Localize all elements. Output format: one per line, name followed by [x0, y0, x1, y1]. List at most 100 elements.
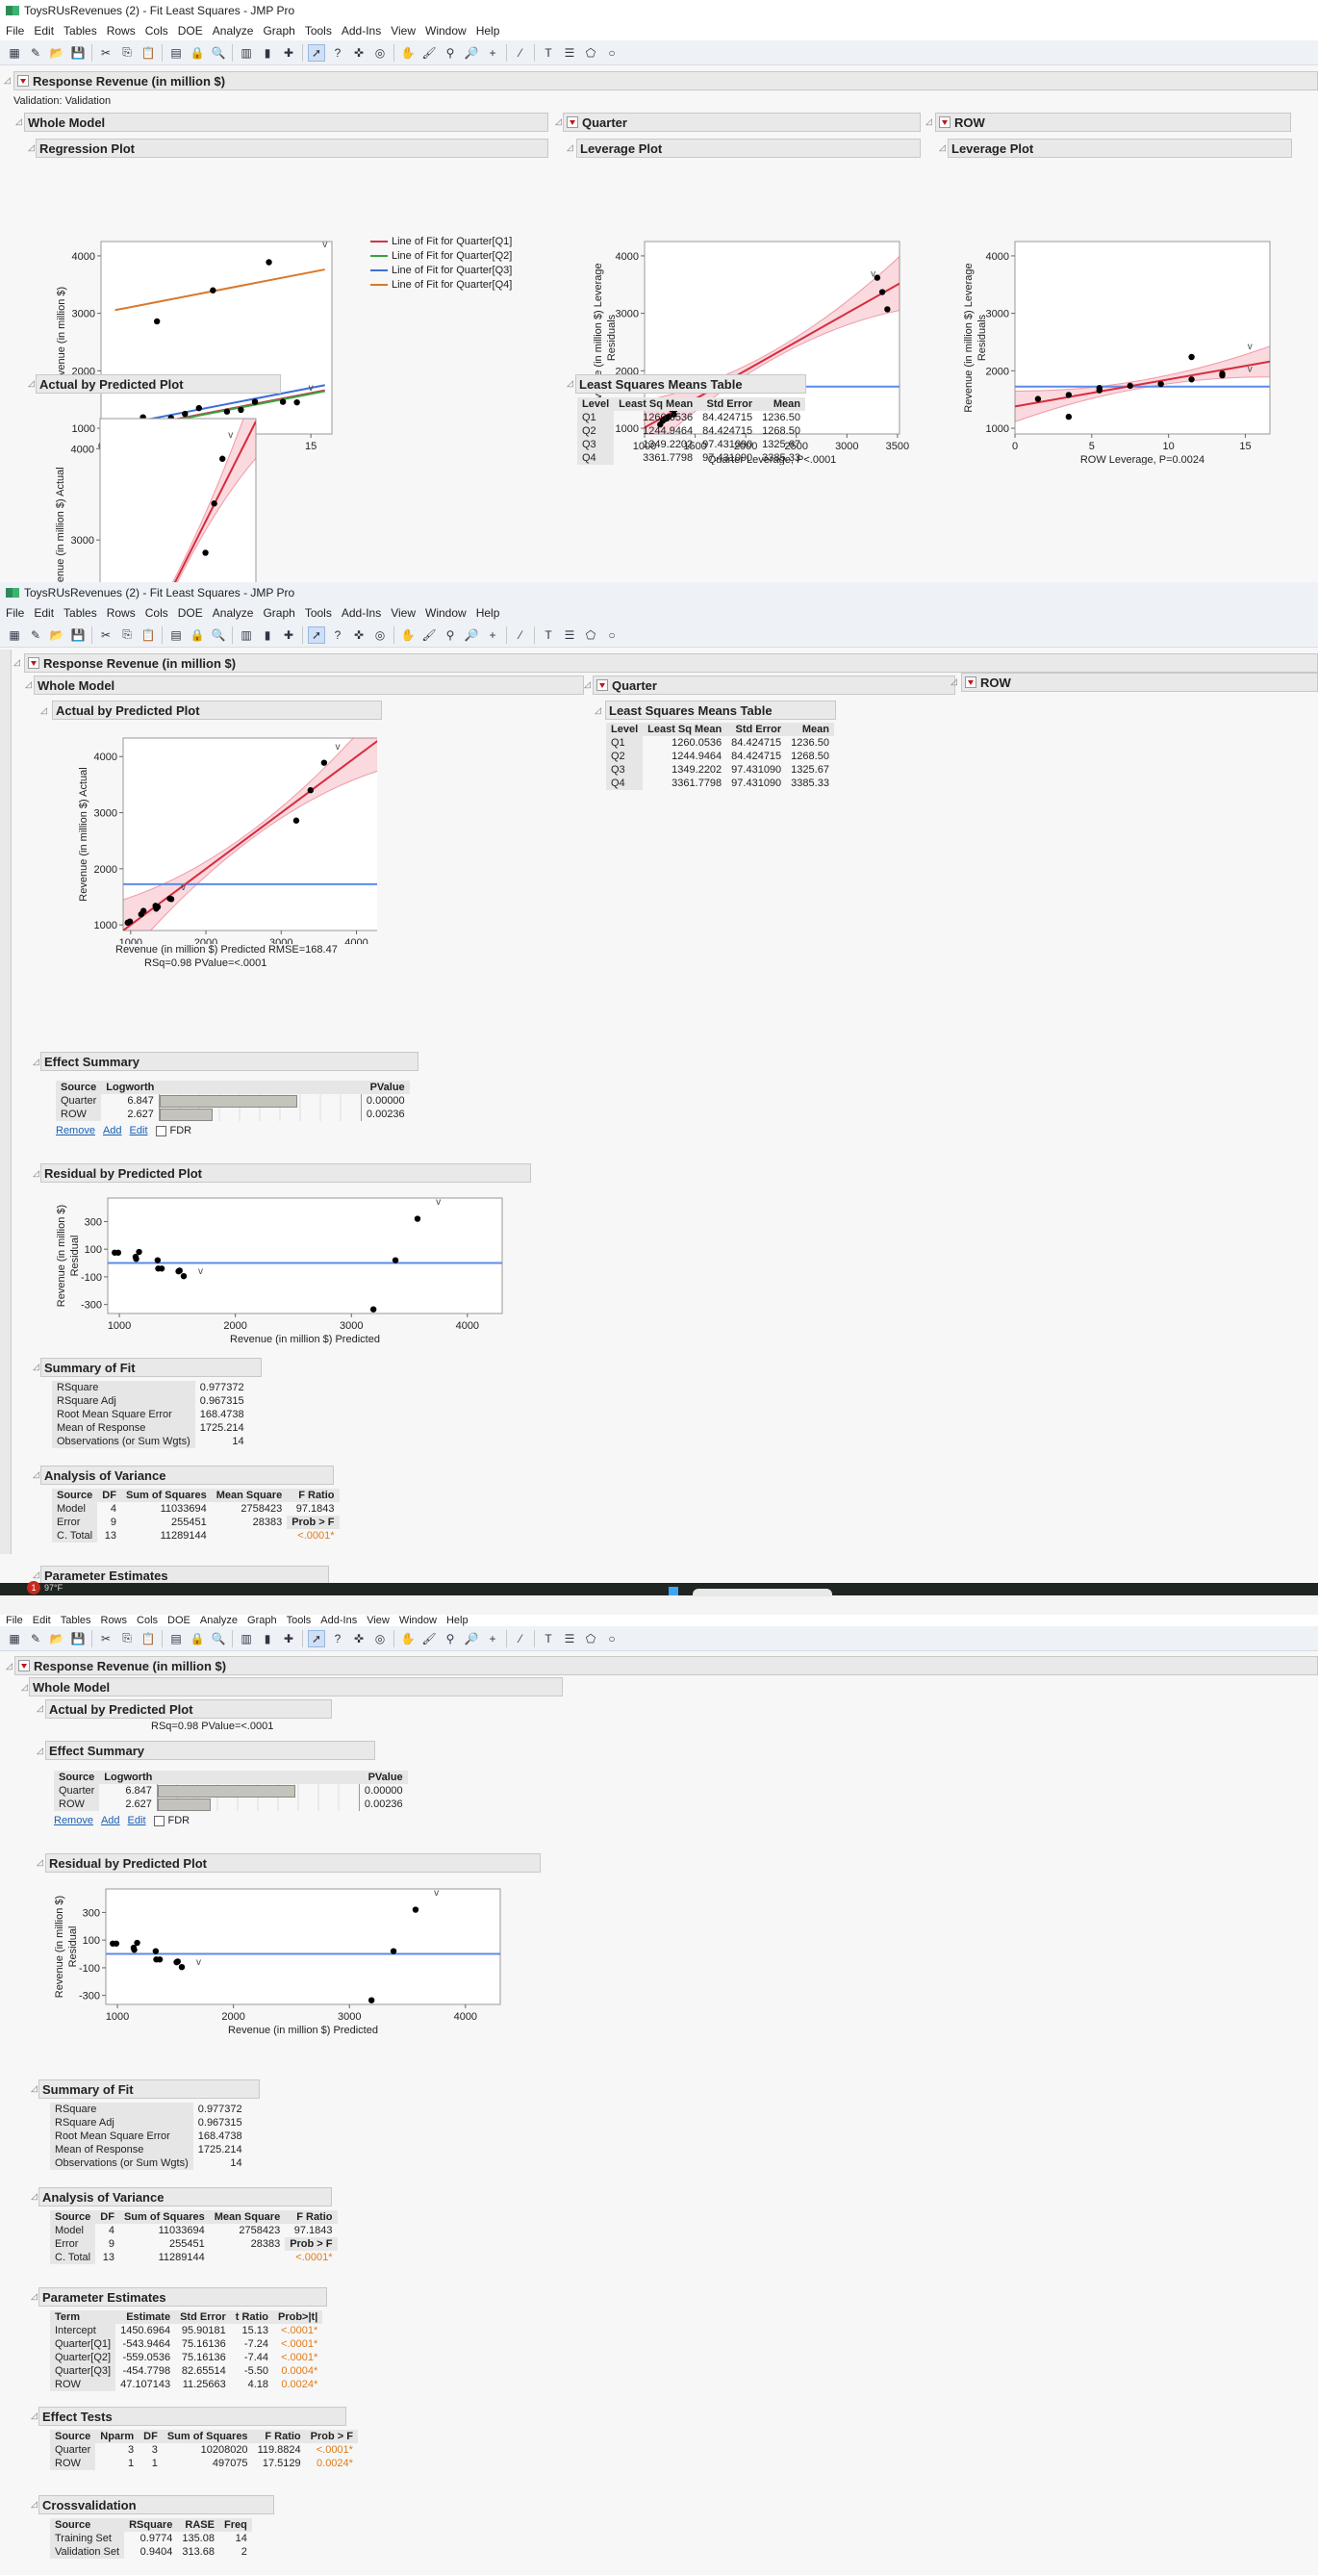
- table-row[interactable]: ROW 2.627 0.00236: [54, 1798, 408, 1811]
- oval-icon[interactable]: ○: [603, 626, 621, 644]
- menu-view[interactable]: View: [391, 606, 416, 620]
- column-header[interactable]: F Ratio: [287, 1489, 340, 1502]
- disclosure-icon[interactable]: ◿: [33, 1362, 39, 1372]
- add-link[interactable]: Add: [101, 1815, 120, 1826]
- menu-add-ins[interactable]: Add-Ins: [342, 24, 381, 38]
- menu-file[interactable]: File: [6, 24, 24, 38]
- column-header[interactable]: DF: [95, 2210, 119, 2224]
- fdr-checkbox[interactable]: [153, 1815, 165, 1826]
- disclosure-icon[interactable]: ◿: [33, 1469, 39, 1480]
- new-data-table-icon[interactable]: ▦: [6, 626, 23, 644]
- legend-item-q3[interactable]: Line of Fit for Quarter[Q3]: [370, 263, 512, 277]
- column-header[interactable]: Source: [50, 2430, 96, 2443]
- column-header[interactable]: Source: [54, 1771, 100, 1784]
- column-header[interactable]: Least Sq Mean: [614, 397, 698, 411]
- effect-summary-header[interactable]: Effect Summary: [45, 1741, 375, 1760]
- row-leverage-plot-header[interactable]: Leverage Plot: [948, 139, 1292, 158]
- summary-of-fit-header[interactable]: Summary of Fit: [40, 1358, 262, 1377]
- effect-tests-header[interactable]: Effect Tests: [38, 2407, 346, 2426]
- remove-link[interactable]: Remove: [56, 1125, 95, 1136]
- column-header[interactable]: RASE: [177, 2518, 219, 2532]
- column-header[interactable]: PValue: [361, 1081, 410, 1094]
- column-header[interactable]: Std Error: [697, 397, 758, 411]
- disclosure-icon[interactable]: ◿: [6, 1661, 13, 1671]
- arrow-icon[interactable]: ➚: [308, 43, 325, 62]
- legend-item-q4[interactable]: Line of Fit for Quarter[Q4]: [370, 277, 512, 292]
- grabber-icon[interactable]: ✋: [399, 1630, 417, 1647]
- column-header[interactable]: Nparm: [95, 2430, 139, 2443]
- menu-doe[interactable]: DOE: [178, 606, 203, 620]
- disclosure-icon[interactable]: ◿: [939, 142, 946, 153]
- start-icon[interactable]: [669, 1587, 678, 1595]
- menu-graph[interactable]: Graph: [263, 24, 294, 38]
- polygon-icon[interactable]: ⬠: [582, 626, 599, 644]
- menu-cols[interactable]: Cols: [137, 1615, 158, 1626]
- table-row[interactable]: Quarter 6.847 0.00000: [54, 1784, 408, 1798]
- column-icon[interactable]: ▮: [259, 44, 276, 62]
- fdr-checkbox[interactable]: [155, 1125, 166, 1136]
- lsmeans-header[interactable]: Least Squares Means Table: [605, 701, 836, 720]
- crossvalidation-header[interactable]: Crossvalidation: [38, 2495, 274, 2514]
- column-header[interactable]: Level: [606, 723, 644, 736]
- data-table-icon[interactable]: ▥: [238, 1630, 255, 1647]
- menu-rows[interactable]: Rows: [107, 606, 136, 620]
- anova-header[interactable]: Analysis of Variance: [40, 1466, 334, 1485]
- red-triangle-menu-icon[interactable]: [567, 116, 578, 128]
- zoom-icon[interactable]: 🔎: [463, 626, 480, 644]
- crosshair-icon[interactable]: ✜: [350, 1630, 368, 1647]
- menu-rows[interactable]: Rows: [107, 24, 136, 38]
- red-triangle-menu-icon[interactable]: [596, 679, 608, 691]
- plus-icon[interactable]: +: [484, 626, 501, 644]
- disclosure-icon[interactable]: ◿: [33, 1057, 39, 1067]
- disclosure-icon[interactable]: ◿: [13, 657, 20, 668]
- whole-model-header[interactable]: Whole Model: [29, 1677, 563, 1696]
- menu-edit[interactable]: Edit: [33, 1615, 51, 1626]
- quarter-header[interactable]: Quarter: [593, 676, 955, 695]
- menu-window[interactable]: Window: [425, 24, 467, 38]
- menu-rows[interactable]: Rows: [101, 1615, 128, 1626]
- disclosure-icon[interactable]: ◿: [567, 142, 573, 153]
- quarter-header[interactable]: Quarter: [563, 113, 921, 132]
- polygon-icon[interactable]: ⬠: [582, 44, 599, 62]
- menu-graph[interactable]: Graph: [263, 606, 294, 620]
- text-icon[interactable]: T: [540, 1630, 557, 1647]
- weather-badge[interactable]: 1: [27, 1581, 40, 1594]
- new-data-table-icon[interactable]: ▦: [6, 1630, 23, 1647]
- magnifier-icon[interactable]: ⚲: [442, 44, 459, 62]
- column-header[interactable]: Freq: [218, 2518, 252, 2532]
- brush-icon[interactable]: 🖌: [420, 1630, 438, 1647]
- disclosure-icon[interactable]: ◿: [33, 1168, 39, 1179]
- actual-by-predicted-header[interactable]: Actual by Predicted Plot: [36, 374, 281, 394]
- menu-window[interactable]: Window: [425, 606, 467, 620]
- paste-icon[interactable]: 📋: [139, 1630, 157, 1647]
- menu-view[interactable]: View: [367, 1615, 390, 1626]
- new-script-icon[interactable]: ✎: [27, 626, 44, 644]
- save-icon[interactable]: 💾: [69, 1630, 87, 1647]
- menu-edit[interactable]: Edit: [34, 606, 54, 620]
- column-header[interactable]: Mean Square: [209, 2210, 286, 2224]
- menu-tools[interactable]: Tools: [305, 606, 332, 620]
- menu-doe[interactable]: DOE: [167, 1615, 190, 1626]
- column-header[interactable]: Logworth: [99, 1771, 158, 1784]
- lock-icon[interactable]: 🔒: [189, 44, 206, 62]
- column-header[interactable]: Source: [56, 1081, 102, 1094]
- column-header[interactable]: Std Error: [175, 2310, 231, 2324]
- column-header[interactable]: Level: [577, 397, 615, 411]
- menu-cols[interactable]: Cols: [145, 606, 168, 620]
- menu-analyze[interactable]: Analyze: [213, 24, 254, 38]
- whole-model-header[interactable]: Whole Model: [34, 676, 584, 695]
- menu-analyze[interactable]: Analyze: [213, 606, 254, 620]
- menu-add-ins[interactable]: Add-Ins: [342, 606, 381, 620]
- column-header[interactable]: Sum of Squares: [120, 1489, 212, 1502]
- magnifier-icon[interactable]: ⚲: [442, 626, 459, 644]
- script-icon[interactable]: ▤: [167, 44, 185, 62]
- column-header[interactable]: F Ratio: [252, 2430, 306, 2443]
- lock-icon[interactable]: 🔒: [189, 1630, 206, 1647]
- plus-icon[interactable]: +: [484, 1630, 501, 1647]
- disclosure-icon[interactable]: ◿: [21, 1682, 28, 1693]
- script-icon[interactable]: ▤: [167, 1630, 185, 1647]
- column-header[interactable]: Estimate: [115, 2310, 176, 2324]
- actual-by-predicted-header[interactable]: Actual by Predicted Plot: [45, 1699, 332, 1719]
- effect-summary-header[interactable]: Effect Summary: [40, 1052, 418, 1071]
- column-header[interactable]: Sum of Squares: [162, 2430, 253, 2443]
